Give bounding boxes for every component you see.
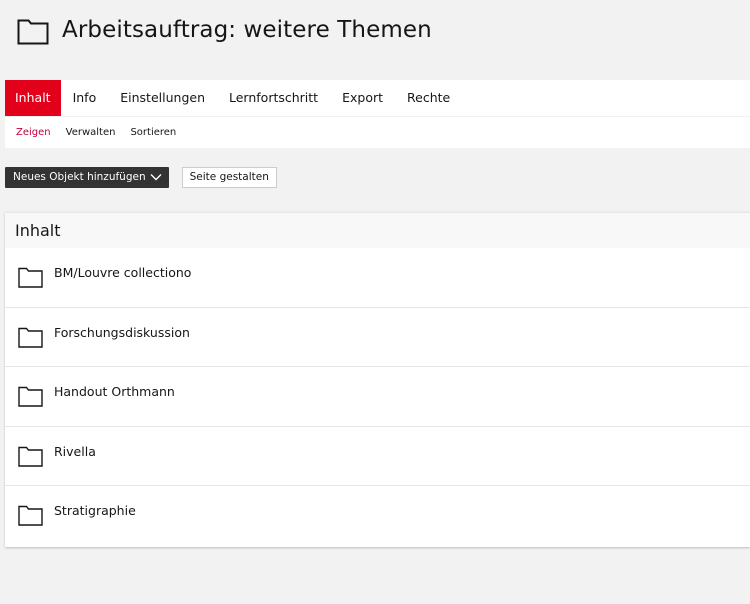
tab-export[interactable]: Export [330, 80, 395, 116]
toolbar: Neues Objekt hinzufügen Seite gestalten [5, 166, 277, 188]
tab-bar: Inhalt Info Einstellungen Lernfortschrit… [5, 80, 750, 116]
item-title[interactable]: Handout Orthmann [54, 384, 175, 400]
panel-heading: Inhalt [5, 212, 750, 248]
list-item[interactable]: Handout Orthmann [5, 367, 750, 427]
folder-icon [17, 19, 49, 45]
list-item[interactable]: Forschungsdiskussion [5, 308, 750, 368]
folder-icon [18, 386, 43, 407]
folder-icon [18, 506, 43, 527]
page-header: Arbeitsauftrag: weitere Themen [0, 0, 750, 80]
subtab-verwalten[interactable]: Verwalten [66, 127, 116, 138]
add-object-button[interactable]: Neues Objekt hinzufügen [5, 166, 169, 188]
content-panel: Inhalt BM/Louvre collectiono Forschungsd… [5, 212, 750, 547]
tab-rechte[interactable]: Rechte [395, 80, 462, 116]
chevron-down-icon [150, 174, 162, 181]
page-title: Arbeitsauftrag: weitere Themen [62, 17, 432, 43]
folder-icon [18, 327, 43, 348]
item-title[interactable]: Forschungsdiskussion [54, 325, 190, 341]
folder-icon [18, 446, 43, 467]
subtab-bar: Zeigen Verwalten Sortieren [5, 116, 750, 148]
tab-einstellungen[interactable]: Einstellungen [108, 80, 217, 116]
subtab-zeigen[interactable]: Zeigen [16, 127, 51, 138]
tab-inhalt[interactable]: Inhalt [5, 80, 61, 116]
tab-info[interactable]: Info [61, 80, 109, 116]
list-item[interactable]: Stratigraphie [5, 486, 750, 546]
subtab-sortieren[interactable]: Sortieren [130, 127, 176, 138]
add-object-label: Neues Objekt hinzufügen [13, 171, 146, 183]
tab-lernfortschritt[interactable]: Lernfortschritt [217, 80, 330, 116]
list-item[interactable]: BM/Louvre collectiono [5, 248, 750, 308]
folder-icon [18, 267, 43, 288]
item-title[interactable]: Stratigraphie [54, 503, 136, 519]
item-title[interactable]: BM/Louvre collectiono [54, 265, 191, 281]
item-title[interactable]: Rivella [54, 444, 96, 460]
list-item[interactable]: Rivella [5, 427, 750, 487]
design-page-button[interactable]: Seite gestalten [181, 166, 277, 188]
